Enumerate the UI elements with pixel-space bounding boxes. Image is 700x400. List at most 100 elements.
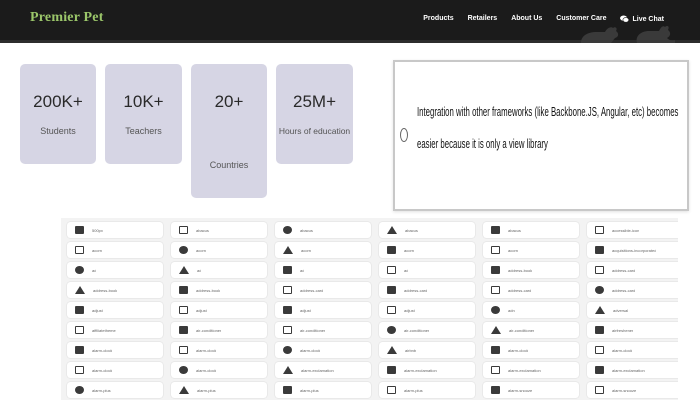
- address-card-icon: [491, 286, 500, 294]
- icon-grid-item[interactable]: alarm-clock: [171, 362, 267, 378]
- air-conditioner-icon: [179, 326, 188, 334]
- icon-grid-item[interactable]: ad: [171, 262, 267, 278]
- icon-grid-item[interactable]: alarm-clock: [67, 362, 163, 378]
- icon-grid-item[interactable]: air-conditioner: [379, 322, 475, 338]
- icon-grid-item[interactable]: alarm-plus: [67, 382, 163, 398]
- address-card-icon: [387, 286, 396, 294]
- icon-grid-item[interactable]: alarm-exclamation: [587, 362, 678, 378]
- icon-grid-item[interactable]: alarm-exclamation: [275, 362, 371, 378]
- icon-grid-item-label: adjust: [196, 307, 207, 313]
- icon-grid-item-label: alarm-clock: [196, 367, 217, 373]
- alarm-exclamation-icon: [283, 366, 293, 374]
- icon-grid-item[interactable]: address-card: [587, 262, 678, 278]
- answer-option-box[interactable]: Integration with other frameworks (like …: [393, 60, 689, 211]
- icon-grid-item[interactable]: adjust: [67, 302, 163, 318]
- icon-grid-item[interactable]: abacus: [275, 222, 371, 238]
- icon-grid-item[interactable]: alarm-plus: [171, 382, 267, 398]
- acquisitions-incorporated-icon: [595, 246, 604, 254]
- icon-grid-item[interactable]: air-conditioner: [483, 322, 579, 338]
- icon-grid-item-label: address-book: [93, 287, 118, 293]
- icon-grid-item[interactable]: alarm-exclamation: [483, 362, 579, 378]
- address-card-icon: [283, 286, 292, 294]
- icon-grid-item-label: address-card: [508, 287, 532, 293]
- icon-grid-item[interactable]: affiliatetheme: [67, 322, 163, 338]
- icon-grid-item-label: alarm-plus: [404, 387, 423, 393]
- stat-label: Teachers: [125, 126, 162, 136]
- icon-grid-item[interactable]: alarm-clock: [275, 342, 371, 358]
- icon-grid-item[interactable]: alarm-clock: [587, 342, 678, 358]
- icon-grid-item[interactable]: airfreshener: [587, 322, 678, 338]
- icon-grid-item[interactable]: acquisitions-incorporated: [587, 242, 678, 258]
- icon-grid-item[interactable]: ad: [67, 262, 163, 278]
- icon-grid-item[interactable]: adjust: [275, 302, 371, 318]
- address-card-icon: [595, 286, 604, 294]
- icon-grid-item[interactable]: airbnb: [379, 342, 475, 358]
- icon-grid-item[interactable]: accessible-icon: [587, 222, 678, 238]
- icon-grid-item[interactable]: acorn: [483, 242, 579, 258]
- icon-grid-item[interactable]: adn: [483, 302, 579, 318]
- icon-grid-item-label: ad: [300, 267, 305, 273]
- icon-grid-item[interactable]: abacus: [379, 222, 475, 238]
- icon-grid-item[interactable]: address-card: [379, 282, 475, 298]
- stat-card-countries: 20+ Countries: [191, 64, 267, 198]
- icon-grid-item[interactable]: address-book: [483, 262, 579, 278]
- icon-grid-item-label: adjust: [300, 307, 311, 313]
- ad-icon: [387, 266, 396, 274]
- icon-grid-item-label: airfreshener: [612, 327, 634, 333]
- icon-grid-item[interactable]: acorn: [275, 242, 371, 258]
- nav-about-us[interactable]: About Us: [511, 15, 542, 23]
- icon-grid-item-label: address-card: [612, 267, 636, 273]
- icon-grid-item-label: alarm-plus: [197, 387, 216, 393]
- nav-products[interactable]: Products: [423, 15, 453, 23]
- icon-grid-item-label: ad: [404, 267, 409, 273]
- abacus-icon: [387, 226, 397, 234]
- icon-grid-item[interactable]: 500px: [67, 222, 163, 238]
- icon-grid-item[interactable]: alarm-clock: [483, 342, 579, 358]
- icon-grid-item[interactable]: address-card: [483, 282, 579, 298]
- acorn-icon: [179, 246, 188, 254]
- icon-grid-item-label: airbnb: [405, 347, 417, 353]
- alarm-plus-icon: [75, 386, 84, 394]
- icon-grid-item[interactable]: address-card: [587, 282, 678, 298]
- affiliatetheme-icon: [75, 326, 84, 334]
- icon-grid-item-label: air-conditioner: [509, 327, 535, 333]
- icon-grid-item[interactable]: address-book: [67, 282, 163, 298]
- icon-grid-item[interactable]: acorn: [67, 242, 163, 258]
- stat-card-hours-of-education: 25M+ Hours of education: [276, 64, 353, 164]
- adn-icon: [491, 306, 500, 314]
- icon-grid-item[interactable]: alarm-clock: [171, 342, 267, 358]
- icon-grid-item[interactable]: alarm-exclamation: [379, 362, 475, 378]
- icon-grid-item[interactable]: ad: [379, 262, 475, 278]
- icon-grid-item[interactable]: acorn: [379, 242, 475, 258]
- acorn-icon: [491, 246, 500, 254]
- icon-grid-item[interactable]: alarm-snooze: [587, 382, 678, 398]
- icon-grid-item[interactable]: adversal: [587, 302, 678, 318]
- brand-logo[interactable]: Premier Pet: [30, 10, 104, 26]
- radio-button[interactable]: [400, 128, 408, 142]
- icon-grid-item[interactable]: adjust: [171, 302, 267, 318]
- icon-grid-item-label: alarm-clock: [612, 347, 633, 353]
- icon-grid-item[interactable]: alarm-clock: [67, 342, 163, 358]
- icon-grid-item[interactable]: address-book: [171, 282, 267, 298]
- icon-grid-item-label: accessible-icon: [612, 227, 640, 233]
- icon-grid-item-label: address-card: [300, 287, 324, 293]
- icon-grid-item[interactable]: acorn: [171, 242, 267, 258]
- icon-grid-item-label: acquisitions-incorporated: [612, 247, 657, 253]
- abacus-icon: [491, 226, 500, 234]
- adjust-icon: [75, 306, 84, 314]
- icon-grid-item[interactable]: adjust: [379, 302, 475, 318]
- stat-label: Hours of education: [278, 126, 351, 136]
- icon-grid-item[interactable]: alarm-plus: [275, 382, 371, 398]
- icon-grid-item[interactable]: abacus: [483, 222, 579, 238]
- icon-grid-item[interactable]: air-conditioner: [171, 322, 267, 338]
- icon-grid-item[interactable]: ad: [275, 262, 371, 278]
- icon-grid: 500px abacus abacus abacus abacus accessible-…: [61, 218, 678, 400]
- icon-grid-item[interactable]: address-card: [275, 282, 371, 298]
- icon-grid-item[interactable]: abacus: [171, 222, 267, 238]
- icon-grid-item[interactable]: alarm-snooze: [483, 382, 579, 398]
- alarm-clock-icon: [491, 346, 500, 354]
- icon-grid-item[interactable]: air-conditioner: [275, 322, 371, 338]
- alarm-clock-icon: [179, 366, 188, 374]
- icon-grid-item[interactable]: alarm-plus: [379, 382, 475, 398]
- nav-retailers[interactable]: Retailers: [468, 15, 498, 23]
